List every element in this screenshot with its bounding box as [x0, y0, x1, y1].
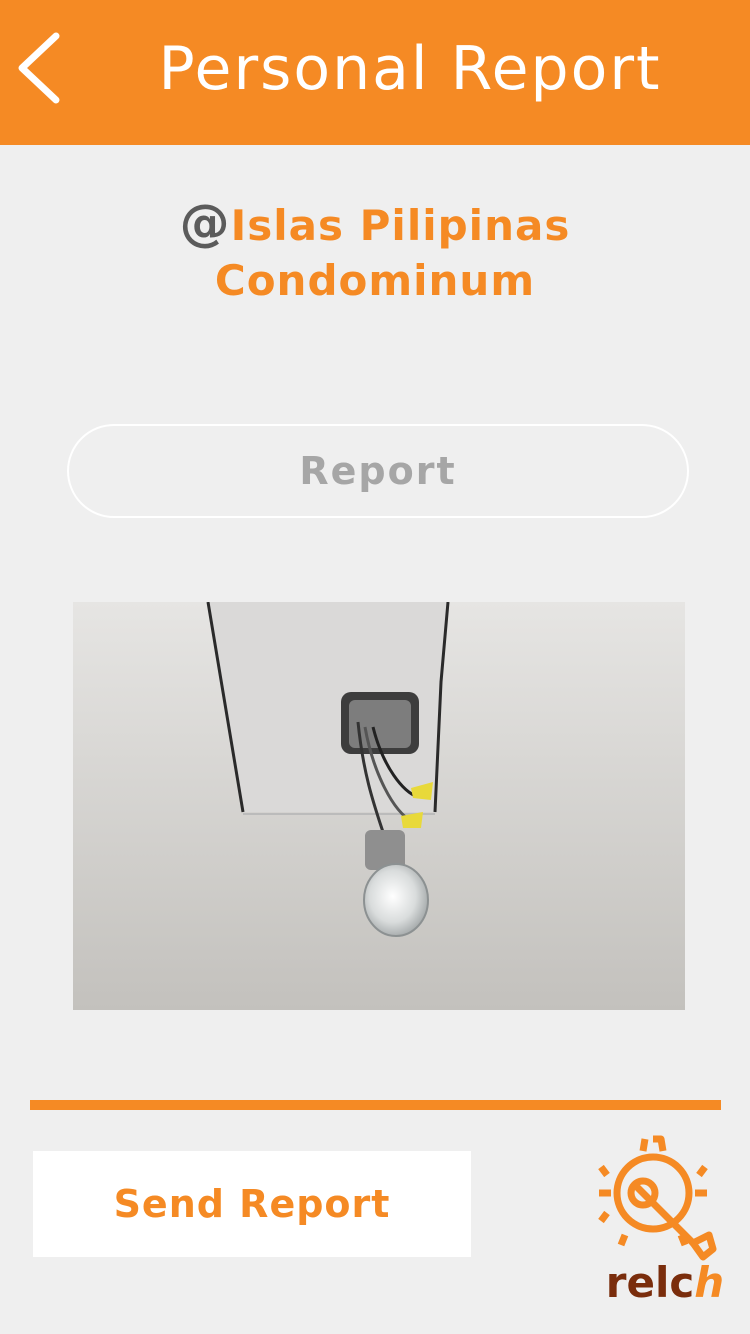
location-heading: @Islas Pilipinas Condominum — [0, 196, 750, 308]
brand-wordmark: relch — [600, 1258, 730, 1307]
brand-text-main: relc — [605, 1258, 695, 1307]
app-header: Personal Report — [0, 0, 750, 145]
page-title: Personal Report — [158, 34, 662, 104]
at-symbol: @ — [179, 194, 231, 252]
brand-text-accent: h — [694, 1258, 725, 1307]
location-name: Islas Pilipinas Condominum — [214, 201, 571, 305]
report-input[interactable] — [67, 424, 689, 518]
gear-wrench-icon — [598, 1135, 717, 1261]
chevron-left-icon — [18, 32, 60, 104]
report-photo — [73, 602, 685, 1010]
back-button[interactable] — [14, 30, 70, 106]
divider — [30, 1100, 721, 1110]
send-report-button[interactable]: Send Report — [33, 1151, 471, 1257]
